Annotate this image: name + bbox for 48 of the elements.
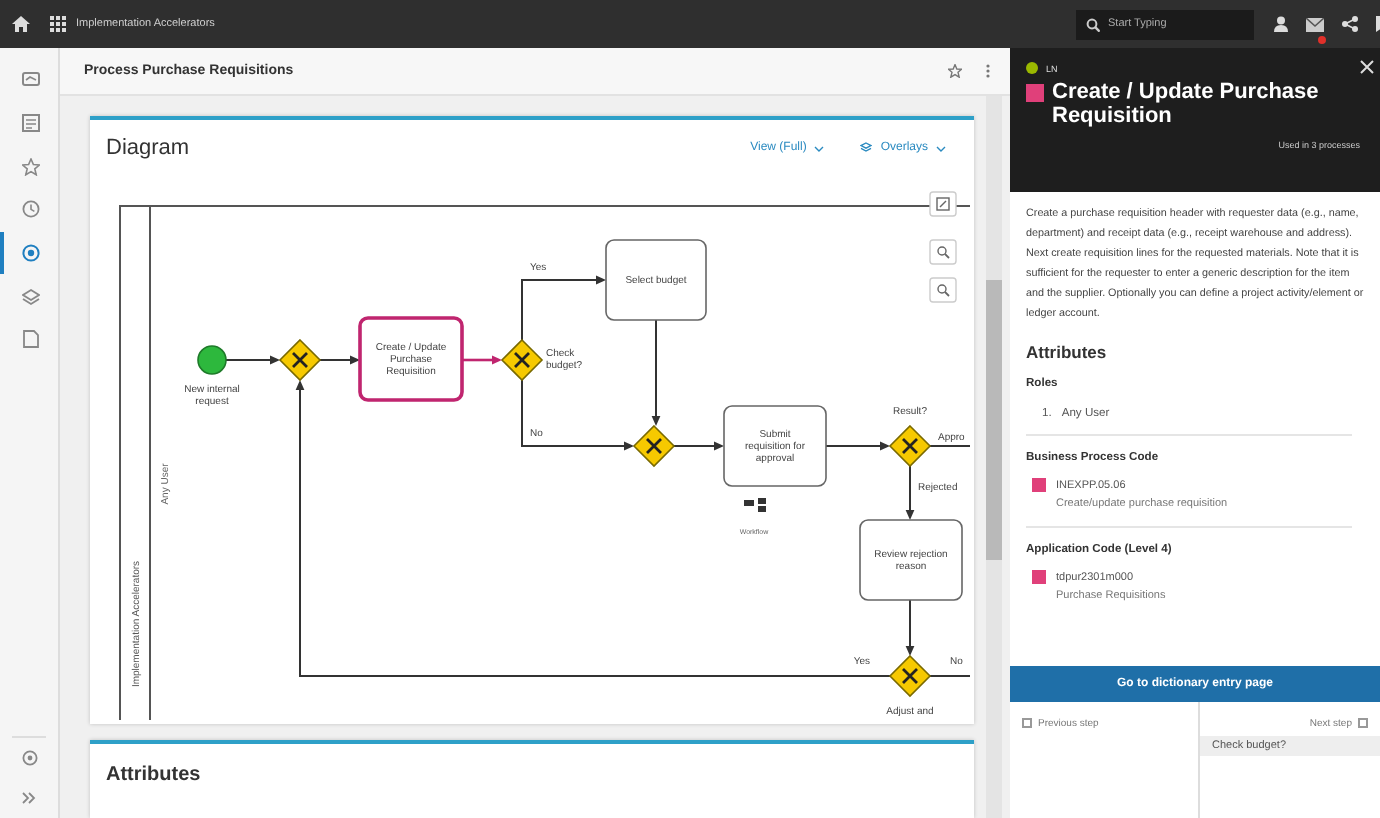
caret-icon: [936, 145, 946, 151]
fit-icon[interactable]: [929, 191, 957, 217]
connector: [929, 445, 970, 447]
code-icon: [1026, 84, 1044, 102]
document-icon[interactable]: [22, 114, 40, 133]
connector: [521, 275, 606, 341]
status-dot: [1026, 62, 1038, 74]
star-icon[interactable]: [22, 157, 40, 176]
connector: [225, 355, 280, 365]
apps-grid-icon[interactable]: [50, 16, 66, 32]
search-icon: [1086, 17, 1100, 31]
connector: [462, 355, 502, 365]
scrollbar[interactable]: [986, 96, 1002, 818]
share-icon[interactable]: [1342, 16, 1358, 32]
card-title: Diagram: [106, 136, 192, 160]
history-icon[interactable]: [22, 200, 40, 219]
start-event[interactable]: [197, 345, 227, 375]
gateway-diamond[interactable]: [278, 338, 322, 382]
layers-icon[interactable]: [22, 287, 40, 306]
panel-title: Create / Update Purchase Requisition: [1052, 80, 1321, 128]
gateway-diamond[interactable]: [888, 424, 932, 468]
gateway-diamond[interactable]: [632, 424, 676, 468]
connector: [929, 675, 970, 677]
user-icon[interactable]: [1274, 16, 1288, 32]
code-icon: [1032, 570, 1046, 584]
code-icon: [1032, 478, 1046, 492]
home-icon[interactable]: [12, 16, 30, 32]
section-title: Attributes: [1026, 342, 1109, 362]
step-icon: [1022, 718, 1032, 728]
connector: [905, 465, 915, 520]
circle-icon[interactable]: [21, 750, 37, 766]
star-icon[interactable]: [948, 64, 962, 78]
zoom-out-icon[interactable]: [929, 277, 957, 303]
connector: [319, 355, 360, 365]
step-icon: [1358, 718, 1368, 728]
workflow-icon: [744, 498, 766, 512]
caret-icon: [814, 145, 825, 151]
gateway-diamond[interactable]: [888, 654, 932, 698]
zoom-in-icon[interactable]: [929, 239, 957, 265]
gateway-diamond[interactable]: [500, 338, 544, 382]
expand-icon[interactable]: [22, 792, 36, 804]
target-icon[interactable]: [22, 244, 40, 263]
connector: [905, 599, 915, 656]
dashboard-icon[interactable]: [22, 70, 40, 89]
close-icon[interactable]: [1360, 60, 1374, 74]
file-icon[interactable]: [22, 330, 40, 349]
layers-icon: [860, 142, 873, 154]
card-title: Attributes: [104, 762, 203, 790]
